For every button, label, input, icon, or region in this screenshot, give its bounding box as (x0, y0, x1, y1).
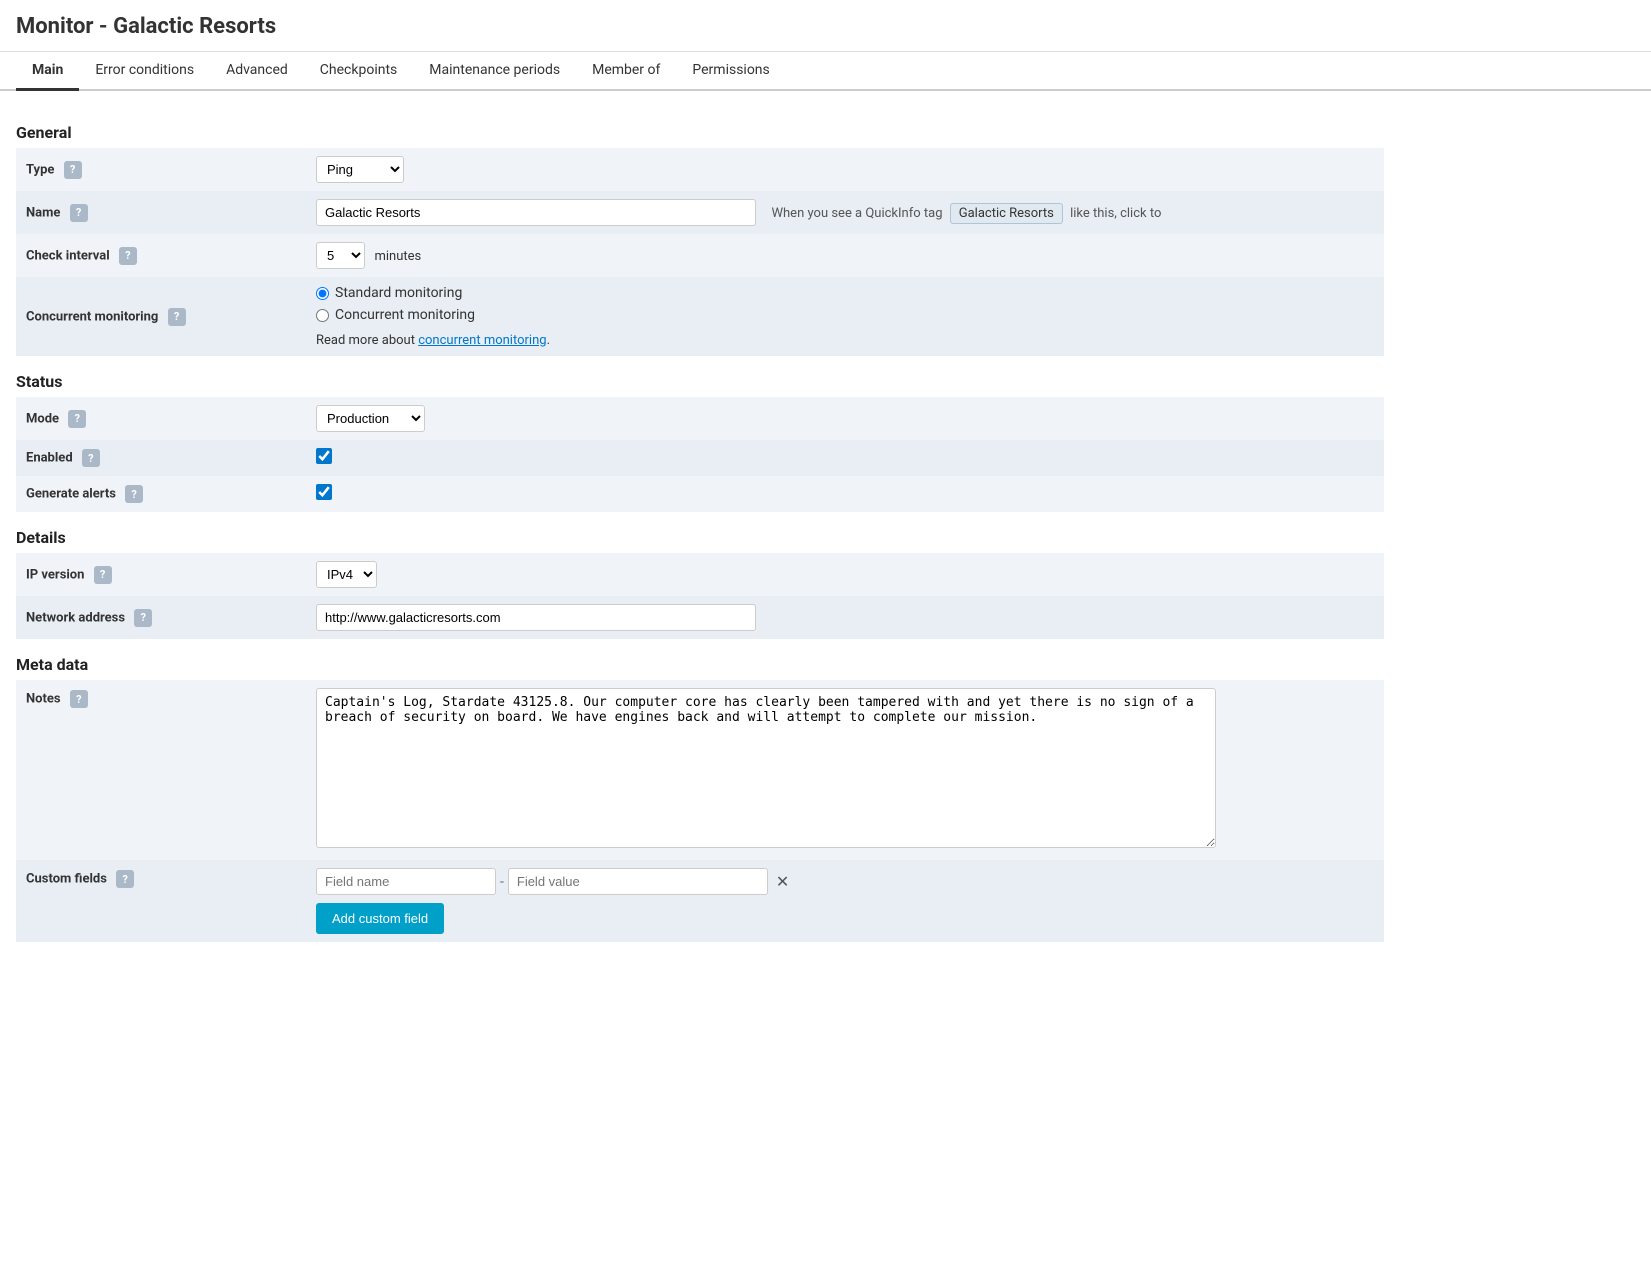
field-name-input[interactable] (316, 868, 496, 895)
enabled-row: Enabled ? (16, 440, 1384, 476)
field-separator: - (500, 874, 504, 890)
enabled-checkbox[interactable] (316, 448, 332, 464)
ip-version-value-cell: IPv4 IPv6 (306, 553, 1384, 596)
remove-custom-field-button[interactable]: ✕ (772, 870, 793, 894)
mode-label: Mode ? (16, 397, 306, 440)
ip-version-row: IP version ? IPv4 IPv6 (16, 553, 1384, 596)
status-table: Mode ? Production Maintenance Paused Ena… (16, 397, 1384, 512)
tab-checkpoints[interactable]: Checkpoints (304, 52, 413, 91)
type-label: Type ? (16, 148, 306, 191)
check-interval-value-cell: 1 2 3 5 10 15 20 30 60 minutes (306, 234, 1384, 277)
custom-fields-help-icon[interactable]: ? (116, 870, 134, 888)
generate-alerts-checkbox[interactable] (316, 484, 332, 500)
tabs-bar: Main Error conditions Advanced Checkpoin… (0, 52, 1651, 91)
network-address-input[interactable] (316, 604, 756, 631)
field-value-input[interactable] (508, 868, 768, 895)
status-section-title: Status (16, 372, 1384, 391)
type-help-icon[interactable]: ? (64, 161, 82, 179)
enabled-value-cell (306, 440, 1384, 476)
generate-alerts-label: Generate alerts ? (16, 476, 306, 512)
generate-alerts-help-icon[interactable]: ? (125, 485, 143, 503)
details-section-title: Details (16, 528, 1384, 547)
concurrent-monitoring-row: Concurrent monitoring ? Standard monitor… (16, 277, 1384, 356)
generate-alerts-value-cell (306, 476, 1384, 512)
standard-monitoring-option[interactable]: Standard monitoring (316, 285, 1374, 301)
concurrent-monitoring-link[interactable]: concurrent monitoring (418, 333, 546, 348)
concurrent-monitoring-radio-group: Standard monitoring Concurrent monitorin… (316, 285, 1374, 348)
concurrent-monitoring-help-icon[interactable]: ? (168, 308, 186, 326)
general-section-title: General (16, 123, 1384, 142)
notes-textarea[interactable]: Captain's Log, Stardate 43125.8. Our com… (316, 688, 1216, 848)
quickinfo-hint: When you see a QuickInfo tag Galactic Re… (771, 206, 1161, 221)
tab-advanced[interactable]: Advanced (210, 52, 304, 91)
custom-fields-row-outer: Custom fields ? - ✕ Add custom field (16, 860, 1384, 942)
notes-row: Notes ? Captain's Log, Stardate 43125.8.… (16, 680, 1384, 860)
network-address-label: Network address ? (16, 596, 306, 639)
ip-version-label: IP version ? (16, 553, 306, 596)
standard-monitoring-radio[interactable] (316, 287, 329, 300)
custom-fields-label: Custom fields ? (16, 860, 306, 942)
network-address-value-cell (306, 596, 1384, 639)
type-select[interactable]: Ping HTTP DNS FTP SMTP TCP Port (316, 156, 404, 183)
concurrent-monitoring-read-more: Read more about concurrent monitoring. (316, 333, 1374, 348)
mode-value-cell: Production Maintenance Paused (306, 397, 1384, 440)
network-address-row: Network address ? (16, 596, 1384, 639)
concurrent-monitoring-value-cell: Standard monitoring Concurrent monitorin… (306, 277, 1384, 356)
tab-permissions[interactable]: Permissions (676, 52, 785, 91)
quickinfo-tag: Galactic Resorts (950, 203, 1063, 224)
add-custom-field-button[interactable]: Add custom field (316, 903, 444, 934)
custom-fields-inputs: - ✕ (316, 868, 1374, 895)
mode-help-icon[interactable]: ? (68, 410, 86, 428)
tab-maintenance-periods[interactable]: Maintenance periods (413, 52, 576, 91)
name-label: Name ? (16, 191, 306, 234)
name-help-icon[interactable]: ? (70, 204, 88, 222)
ip-version-help-icon[interactable]: ? (94, 566, 112, 584)
page-title: Monitor - Galactic Resorts (0, 0, 1651, 52)
type-value-cell: Ping HTTP DNS FTP SMTP TCP Port (306, 148, 1384, 191)
notes-label: Notes ? (16, 680, 306, 860)
metadata-section-title: Meta data (16, 655, 1384, 674)
custom-fields-value-cell: - ✕ Add custom field (306, 860, 1384, 942)
network-address-help-icon[interactable]: ? (134, 609, 152, 627)
ip-version-select[interactable]: IPv4 IPv6 (316, 561, 377, 588)
notes-value-cell: Captain's Log, Stardate 43125.8. Our com… (306, 680, 1384, 860)
enabled-label: Enabled ? (16, 440, 306, 476)
minutes-label: minutes (374, 249, 421, 264)
metadata-table: Notes ? Captain's Log, Stardate 43125.8.… (16, 680, 1384, 942)
name-row: Name ? When you see a QuickInfo tag Gala… (16, 191, 1384, 234)
general-table: Type ? Ping HTTP DNS FTP SMTP TCP Port N… (16, 148, 1384, 356)
main-content: General Type ? Ping HTTP DNS FTP SMTP TC… (0, 91, 1400, 966)
details-table: IP version ? IPv4 IPv6 Network address ? (16, 553, 1384, 639)
check-interval-label: Check interval ? (16, 234, 306, 277)
mode-select[interactable]: Production Maintenance Paused (316, 405, 425, 432)
tab-error-conditions[interactable]: Error conditions (79, 52, 210, 91)
enabled-help-icon[interactable]: ? (82, 449, 100, 467)
check-interval-select[interactable]: 1 2 3 5 10 15 20 30 60 (316, 242, 365, 269)
tab-main[interactable]: Main (16, 52, 79, 91)
check-interval-help-icon[interactable]: ? (119, 247, 137, 265)
concurrent-monitoring-label: Concurrent monitoring ? (16, 277, 306, 356)
concurrent-monitoring-radio[interactable] (316, 309, 329, 322)
name-input[interactable] (316, 199, 756, 226)
type-row: Type ? Ping HTTP DNS FTP SMTP TCP Port (16, 148, 1384, 191)
notes-help-icon[interactable]: ? (70, 690, 88, 708)
tab-member-of[interactable]: Member of (576, 52, 676, 91)
generate-alerts-row: Generate alerts ? (16, 476, 1384, 512)
mode-row: Mode ? Production Maintenance Paused (16, 397, 1384, 440)
concurrent-monitoring-option[interactable]: Concurrent monitoring (316, 307, 1374, 323)
name-value-cell: When you see a QuickInfo tag Galactic Re… (306, 191, 1384, 234)
check-interval-row: Check interval ? 1 2 3 5 10 15 20 30 60 … (16, 234, 1384, 277)
